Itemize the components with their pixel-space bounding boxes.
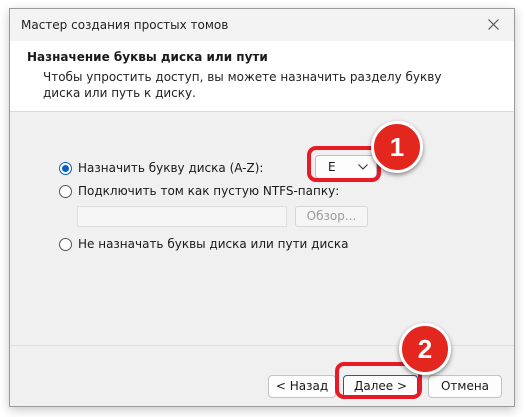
folder-path-input[interactable] xyxy=(77,206,287,227)
close-icon xyxy=(488,19,499,30)
step-badge-2: 2 xyxy=(399,323,451,375)
no-letter-radio[interactable] xyxy=(59,237,72,251)
assign-letter-radio[interactable] xyxy=(59,161,72,175)
assign-letter-label: Назначить букву диска (A-Z): xyxy=(78,161,264,175)
no-letter-label: Не назначать буквы диска или пути диска xyxy=(78,237,349,251)
assign-letter-option[interactable]: Назначить букву диска (A-Z): xyxy=(59,161,263,175)
close-button[interactable] xyxy=(474,9,514,41)
window-title: Мастер создания простых томов xyxy=(21,18,229,32)
page-title: Назначение буквы диска или пути xyxy=(27,50,268,64)
wizard-header: Назначение буквы диска или пути Чтобы уп… xyxy=(10,41,514,112)
mount-folder-label: Подключить том как пустую NTFS-папку: xyxy=(78,184,340,198)
drive-select-highlight xyxy=(307,146,381,182)
no-letter-option[interactable]: Не назначать буквы диска или пути диска xyxy=(59,237,348,251)
wizard-content: Назначить букву диска (A-Z): E Подключит… xyxy=(10,112,514,345)
page-subtitle: Чтобы упростить доступ, вы можете назнач… xyxy=(43,70,442,100)
cancel-button[interactable]: Отмена xyxy=(428,375,502,398)
mount-folder-radio[interactable] xyxy=(59,184,72,198)
back-button[interactable]: < Назад xyxy=(268,375,336,398)
step-badge-1: 1 xyxy=(371,121,423,173)
mount-folder-option[interactable]: Подключить том как пустую NTFS-папку: xyxy=(59,184,339,198)
title-bar: Мастер создания простых томов xyxy=(10,9,514,41)
browse-button[interactable]: Обзор... xyxy=(295,206,368,227)
